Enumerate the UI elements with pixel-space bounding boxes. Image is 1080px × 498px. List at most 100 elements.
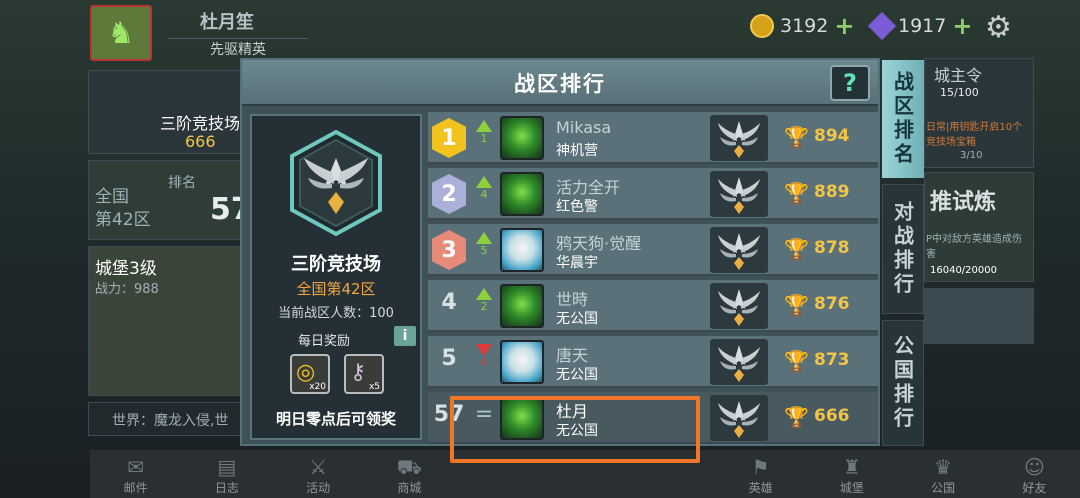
player-avatar-icon[interactable] <box>500 116 544 160</box>
tab-battle-ranking[interactable]: 对战排行 <box>882 184 924 314</box>
player-name: 鸦天狗·觉醒 <box>556 234 642 253</box>
player-score: 878 <box>814 238 850 258</box>
player-guild: 神机营 <box>556 143 598 159</box>
nav-log[interactable]: ▤ 日志 <box>192 455 262 496</box>
ranking-row[interactable]: 3 5 鸦天狗·觉醒 华晨宇 🏆 878 <box>428 224 878 276</box>
ranking-row[interactable]: 57 = 杜月 无公国 🏆 666 <box>428 392 878 444</box>
crown-icon: ♛ <box>934 455 953 479</box>
bg-chat-line: 世界：魔龙入侵,世 <box>112 413 229 429</box>
rank-change: 5 <box>474 232 494 257</box>
bg-arena-score: 666 <box>185 132 216 151</box>
rank-medal-icon: 3 <box>432 230 466 270</box>
bg-trial-note: P中对敌方英雄造成伤害 <box>926 234 1023 260</box>
player-name: 唐天 <box>556 346 589 365</box>
nav-shop[interactable]: ⛟ 商城 <box>374 455 444 496</box>
trophy-icon: 🏆 <box>784 349 809 373</box>
mail-icon: ✉ <box>127 455 144 479</box>
trophy-icon: 🏆 <box>784 125 809 149</box>
friends-panel[interactable] <box>924 288 1034 344</box>
rank-down-icon <box>476 344 492 356</box>
gem-amount: 1917 <box>898 15 947 37</box>
rank-change: 4 <box>474 344 494 369</box>
rank-medal-icon: 1 <box>432 118 466 158</box>
player-avatar[interactable]: ♞ <box>90 5 152 61</box>
winged-tier-icon <box>710 395 768 441</box>
nav-heroes[interactable]: ⚑ 英雄 <box>726 455 796 496</box>
tab-principality-ranking[interactable]: 公国排行 <box>882 320 924 446</box>
bg-city-lord: 城主令 <box>934 66 983 85</box>
player-guild: 无公国 <box>556 423 598 439</box>
hero-flag-icon: ⚑ <box>751 455 770 479</box>
player-score: 894 <box>814 126 850 146</box>
player-avatar-icon[interactable] <box>500 284 544 328</box>
winged-tier-icon <box>710 171 768 217</box>
nav-friends[interactable]: ☺ 好友 <box>999 455 1069 496</box>
player-score: 873 <box>814 350 850 370</box>
winged-tier-icon <box>710 283 768 329</box>
player-score: 666 <box>814 406 850 426</box>
cart-icon: ⛟ <box>396 455 422 479</box>
friends-icon: ☺ <box>1023 455 1045 479</box>
gold-amount: 3192 <box>780 15 829 37</box>
bg-city-lord-count: 15/100 <box>940 86 979 99</box>
bottom-navigation: ✉ 邮件 ▤ 日志 ⚔ 活动 ⛟ 商城 ⚑ 英雄 ♜ 城堡 ♛ 公国 ☺ 好友 <box>90 450 1080 498</box>
arena-tier-badge-icon <box>286 128 386 238</box>
claim-note: 明日零点后可领奖 <box>275 410 396 428</box>
help-button[interactable]: ? <box>830 65 870 101</box>
rank-up-icon <box>476 120 492 132</box>
reward-qty: x5 <box>368 382 380 392</box>
player-score: 889 <box>814 182 850 202</box>
player-guild: 红色警 <box>556 199 598 215</box>
player-avatar-icon[interactable] <box>500 172 544 216</box>
key-icon: ⚷ <box>350 360 367 385</box>
rank-change: = <box>474 400 494 430</box>
nav-principality[interactable]: ♛ 公国 <box>908 455 978 496</box>
crossed-flags-icon: ⚔ <box>309 455 328 479</box>
gem-icon <box>867 11 897 41</box>
rank-number: 4 <box>441 290 457 315</box>
add-gem-button[interactable]: + <box>952 12 972 40</box>
rank-unchanged-icon: = <box>474 402 494 427</box>
bg-arena-label: 三阶竞技场 <box>160 114 241 133</box>
trophy-icon: 🏆 <box>784 293 809 317</box>
ranking-row[interactable]: 5 4 唐天 无公国 🏆 873 <box>428 336 878 388</box>
modal-header: 战区排行 ? <box>242 60 878 106</box>
rank-change: 4 <box>474 176 494 201</box>
ranking-row[interactable]: 1 1 Mikasa 神机营 🏆 894 <box>428 112 878 164</box>
arena-zone: 全国第42区 <box>296 280 376 298</box>
player-name: 杜月 <box>556 402 589 421</box>
nav-mail[interactable]: ✉ 邮件 <box>101 455 171 496</box>
player-avatar-icon[interactable] <box>500 340 544 384</box>
player-name: 活力全开 <box>556 178 621 197</box>
player-title: 先驱精英 <box>168 38 308 59</box>
bg-trial-progress: 16040/20000 <box>930 265 997 276</box>
nav-events[interactable]: ⚔ 活动 <box>283 455 353 496</box>
player-name: 世時 <box>556 290 589 309</box>
tab-zone-ranking[interactable]: 战区排名 <box>882 60 924 178</box>
player-avatar-icon[interactable] <box>500 396 544 440</box>
player-score: 876 <box>814 294 850 314</box>
arena-name: 三阶竞技场 <box>291 254 381 275</box>
gold-coin-icon <box>750 14 774 38</box>
reward-gold-coins[interactable]: ◎ x20 <box>290 354 330 394</box>
ranking-list: 1 1 Mikasa 神机营 🏆 894 2 4 活力全开 红色警 🏆 889 3 5 鸦天狗·觉醒 华晨宇 🏆… <box>428 112 878 444</box>
player-avatar-icon[interactable] <box>500 228 544 272</box>
settings-gear-icon[interactable]: ⚙ <box>985 10 1012 45</box>
rank-medal-icon: 2 <box>432 174 466 214</box>
nav-castle[interactable]: ♜ 城堡 <box>817 455 887 496</box>
winged-tier-icon <box>710 227 768 273</box>
ranking-row[interactable]: 4 2 世時 无公国 🏆 876 <box>428 280 878 332</box>
ranking-row[interactable]: 2 4 活力全开 红色警 🏆 889 <box>428 168 878 220</box>
trophy-icon: 🏆 <box>784 237 809 261</box>
player-name: Mikasa <box>556 118 612 137</box>
reward-key[interactable]: ⚷ x5 <box>344 354 384 394</box>
add-gold-button[interactable]: + <box>834 12 854 40</box>
hero-portrait-icon: ♞ <box>107 15 135 51</box>
calendar-icon: ▤ <box>217 455 237 479</box>
modal-title: 战区排行 <box>514 72 606 96</box>
reward-info-button[interactable]: i <box>394 326 416 346</box>
bg-region-line1: 全国 <box>95 187 129 207</box>
gem-counter: 1917 + <box>867 11 972 41</box>
zone-player-count: 当前战区人数：100 <box>278 306 394 321</box>
trophy-icon: 🏆 <box>784 405 809 429</box>
